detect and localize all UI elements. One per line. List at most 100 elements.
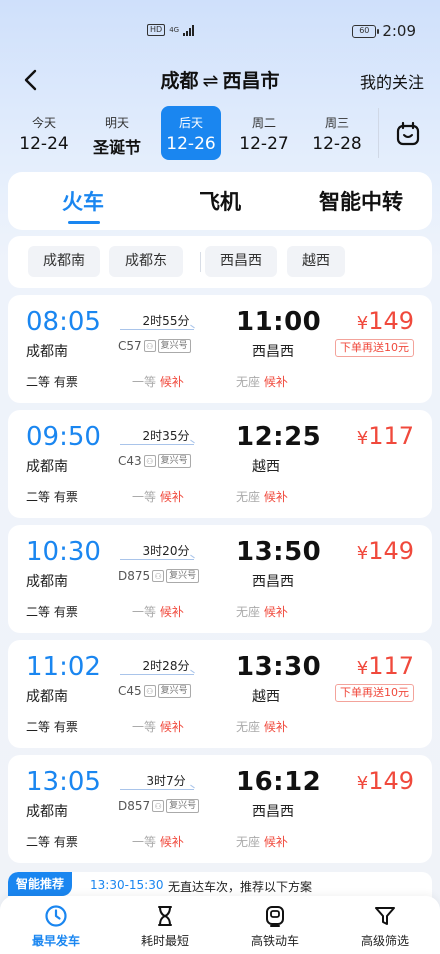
seat-second-class: 二等 有票 [26, 490, 78, 504]
page-header: 成都 ⇌ 西昌市 我的关注 [0, 62, 440, 98]
currency-symbol: ¥ [356, 773, 369, 794]
calendar-button[interactable] [394, 120, 422, 148]
duration-arrow-icon [120, 559, 194, 560]
filter-chip-xichangxi[interactable]: 西昌西 [205, 246, 277, 277]
sort-shortest-button[interactable]: 耗时最短 [125, 904, 205, 949]
departure-time: 10:30 [26, 537, 101, 567]
train-type-tag: 复兴号 [166, 799, 200, 813]
tab-train[interactable]: 火车 [62, 186, 104, 216]
train-number: C57 [118, 339, 142, 353]
departure-time: 09:50 [26, 422, 101, 452]
hd-badge: HD [147, 24, 166, 36]
arrival-station: 越西 [252, 459, 280, 475]
seat-second-class: 二等 有票 [26, 375, 78, 389]
train-card[interactable]: 11:02 成都南 2时28分 C45 ⚇ 复兴号 13:30 越西 ¥117 下单再送10元二等… [8, 640, 432, 748]
status-right: 60 2:09 [352, 22, 416, 40]
travel-duration: 2时28分 [142, 659, 190, 673]
duration-arrow-icon [120, 789, 194, 790]
status-bar: HD 4G 60 2:09 [0, 0, 440, 60]
arrival-time: 13:30 [236, 652, 322, 682]
ticket-price: ¥149 [357, 537, 414, 565]
person-icon: ⚇ [152, 570, 165, 582]
tab-flight[interactable]: 飞机 [199, 186, 241, 216]
duration-arrow-icon [120, 329, 194, 330]
arrival-station: 西昌西 [252, 574, 294, 590]
destination-city[interactable]: 西昌市 [222, 70, 279, 92]
network-label: 4G [169, 25, 180, 34]
filter-chip-chengdunan[interactable]: 成都南 [28, 246, 100, 277]
status-indicators: HD 4G [147, 24, 195, 36]
currency-symbol: ¥ [356, 313, 369, 334]
advanced-filter-button[interactable]: 高级筛选 [345, 904, 425, 949]
departure-time: 08:05 [26, 307, 101, 337]
travel-duration: 2时55分 [142, 314, 190, 328]
ticket-price: ¥117 [357, 652, 414, 680]
travel-duration: 3时7分 [146, 774, 186, 788]
arrival-station: 越西 [252, 689, 280, 705]
arrival-station: 西昌西 [252, 344, 294, 360]
seat-no-seat: 无座 候补 [236, 605, 288, 619]
my-follow-button[interactable]: 我的关注 [360, 69, 424, 93]
high-speed-filter-button[interactable]: 高铁动车 [235, 904, 315, 949]
smart-text: 无直达车次，推荐以下方案 [168, 880, 313, 894]
promo-badge: 下单再送10元 [335, 684, 414, 702]
train-number: C43 [118, 454, 142, 468]
price-value: 117 [368, 652, 414, 680]
arrival-station: 西昌西 [252, 804, 294, 820]
seat-first-class: 一等 候补 [132, 490, 184, 504]
chevron-left-icon [24, 69, 37, 91]
tab-underline [68, 221, 100, 224]
seat-second-class: 二等 有票 [26, 835, 78, 849]
back-button[interactable] [16, 66, 44, 94]
train-number-group: C43 ⚇ 复兴号 [118, 454, 191, 468]
date-item[interactable]: 周二 12-27 [234, 106, 294, 160]
sort-earliest-button[interactable]: 最早发车 [16, 904, 96, 949]
date-selector: 今天 12-24 明天 圣诞节 后天 12-26 周二 12-27 周三 12-… [0, 106, 440, 162]
train-card[interactable]: 10:30 成都南 3时20分 D875 ⚇ 复兴号 13:50 西昌西 ¥149 二等 有票 一等… [8, 525, 432, 633]
seat-first-class: 一等 候补 [132, 720, 184, 734]
duration-arrow-icon [120, 674, 194, 675]
arrival-time: 12:25 [236, 422, 322, 452]
seat-no-seat: 无座 候补 [236, 720, 288, 734]
filter-chip-chengdudong[interactable]: 成都东 [109, 246, 183, 277]
ticket-price: ¥149 [357, 307, 414, 335]
seat-no-seat: 无座 候补 [236, 375, 288, 389]
arrival-time: 16:12 [236, 767, 322, 797]
train-card[interactable]: 13:05 成都南 3时7分 D857 ⚇ 复兴号 16:12 西昌西 ¥149 二等 有票 一等 … [8, 755, 432, 863]
departure-time: 13:05 [26, 767, 101, 797]
smart-badge: 智能推荐 [8, 872, 73, 896]
date-item[interactable]: 周三 12-28 [307, 106, 367, 160]
train-type-tag: 复兴号 [157, 684, 191, 698]
price-value: 149 [368, 767, 414, 795]
swap-icon[interactable]: ⇌ [203, 70, 219, 92]
date-divider [378, 108, 379, 158]
train-type-tag: 复兴号 [166, 569, 200, 583]
promo-badge: 下单再送10元 [335, 339, 414, 357]
departure-time: 11:02 [26, 652, 101, 682]
travel-duration: 2时35分 [142, 429, 190, 443]
departure-station: 成都南 [26, 459, 68, 475]
person-icon: ⚇ [143, 340, 156, 352]
train-number-group: C45 ⚇ 复兴号 [118, 684, 191, 698]
battery-icon: 60 [352, 24, 380, 38]
departure-station: 成都南 [26, 689, 68, 705]
currency-symbol: ¥ [356, 543, 369, 564]
train-icon [266, 906, 284, 927]
filter-chip-yuexi[interactable]: 越西 [287, 246, 345, 277]
seat-no-seat: 无座 候补 [236, 835, 288, 849]
train-card[interactable]: 09:50 成都南 2时35分 C43 ⚇ 复兴号 12:25 越西 ¥117 二等 有票 一等 候… [8, 410, 432, 518]
filter-icon [375, 907, 395, 925]
tab-smart-transfer[interactable]: 智能中转 [319, 186, 403, 216]
train-card[interactable]: 08:05 成都南 2时55分 C57 ⚇ 复兴号 11:00 西昌西 ¥149 下单再送10元二… [8, 295, 432, 403]
person-icon: ⚇ [152, 800, 165, 812]
person-icon: ⚇ [143, 455, 156, 467]
departure-station: 成都南 [26, 574, 68, 590]
train-type-tag: 复兴号 [157, 454, 191, 468]
transport-mode-tabs: 火车 飞机 智能中转 [8, 172, 432, 230]
train-number-group: D875 ⚇ 复兴号 [118, 569, 200, 583]
date-item[interactable]: 明天 圣诞节 [87, 106, 147, 160]
seat-second-class: 二等 有票 [26, 720, 78, 734]
origin-city[interactable]: 成都 [161, 70, 199, 92]
date-item[interactable]: 今天 12-24 [14, 106, 74, 160]
date-item-selected[interactable]: 后天 12-26 [161, 106, 221, 160]
